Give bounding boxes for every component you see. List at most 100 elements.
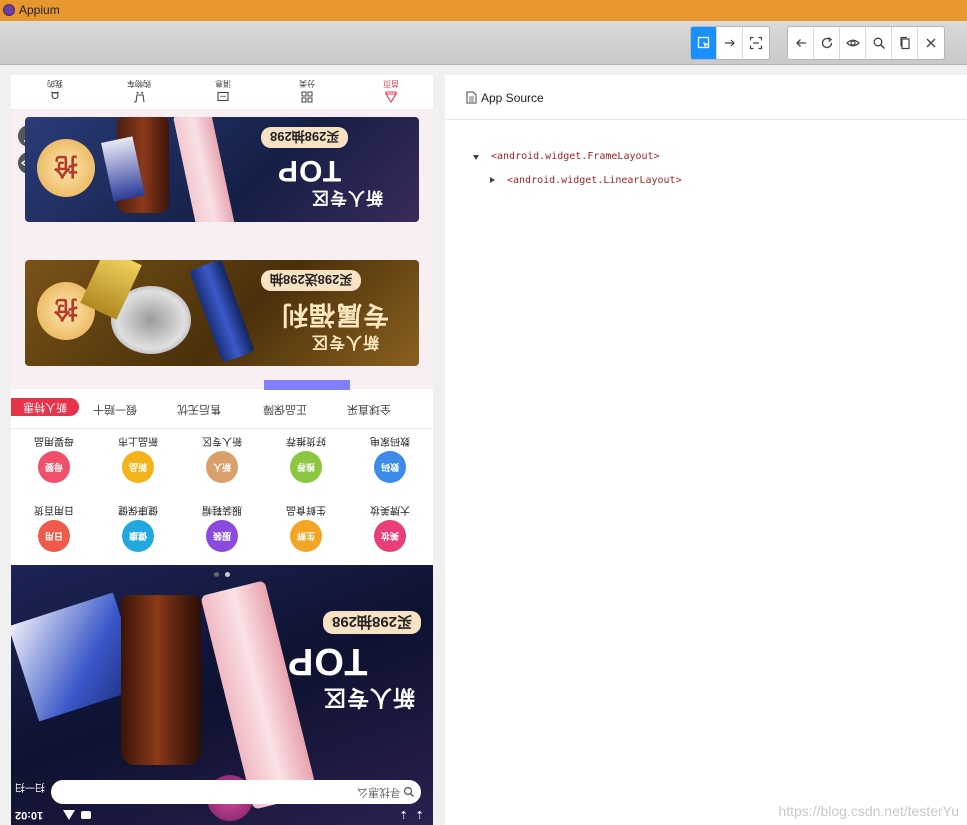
- copy-xml-button[interactable]: [892, 27, 918, 59]
- banner-brand: TOP: [277, 154, 342, 187]
- tree-node-label: <android.widget.FrameLayout>: [491, 151, 660, 162]
- category-label: 新人专区: [202, 435, 242, 446]
- category-item[interactable]: 新人专区 新人: [187, 435, 257, 495]
- carousel-dot-active: [225, 572, 230, 577]
- banner-brand: TOP: [287, 640, 368, 682]
- category-item[interactable]: 日用百货 日用: [19, 504, 89, 564]
- bottom-nav: 我的 购物车 消息 分类 首页: [11, 75, 433, 110]
- quit-session-button[interactable]: [918, 27, 944, 59]
- watermark: https://blog.csdn.net/testerYu: [778, 803, 959, 819]
- promo-banner-2[interactable]: 抢 买298送298抽 专属福利 新人专区: [25, 260, 419, 366]
- banner-headline: 新人专区: [311, 333, 380, 350]
- copy-xml-icon: [899, 36, 910, 50]
- search-icon: [403, 786, 414, 797]
- promo-tag: 买298抽298: [261, 127, 349, 148]
- service-item: 售后无忧: [177, 403, 221, 415]
- show-attributes-button[interactable]: [840, 27, 866, 59]
- tap-by-coordinates-icon: [749, 36, 763, 50]
- category-icon: 美妆: [374, 520, 406, 552]
- category-item[interactable]: 新品上市 新品: [103, 435, 173, 495]
- tree-node-label: <android.widget.LinearLayout>: [507, 175, 682, 186]
- search-input[interactable]: 寻找惠么: [51, 780, 421, 804]
- nav-tab-label: 购物车: [127, 79, 151, 88]
- category-icon: 生鲜: [290, 520, 322, 552]
- grid-icon: [301, 91, 313, 103]
- category-item[interactable]: 数码家电 数码: [355, 435, 425, 495]
- category-label: 大牌美妆: [370, 504, 410, 515]
- category-icon: 服装: [206, 520, 238, 552]
- eye-icon: [845, 39, 860, 47]
- category-item[interactable]: 大牌美妆 美妆: [355, 504, 425, 564]
- message-icon: [217, 91, 229, 102]
- category-label: 健康保健: [118, 504, 158, 515]
- banner-subline: 专属福利: [281, 300, 390, 330]
- panel-title: App Source: [481, 91, 544, 105]
- category-item[interactable]: 服装鞋帽 服装: [187, 504, 257, 564]
- category-label: 好货推荐: [286, 435, 326, 446]
- nav-tab-label: 消息: [215, 79, 231, 88]
- swipe-button[interactable]: [717, 27, 743, 59]
- select-element-button[interactable]: [691, 27, 717, 59]
- category-item[interactable]: 母婴用品 母婴: [19, 435, 89, 495]
- promo-banner-1[interactable]: 抢 买298抽298 TOP 新人专区: [25, 117, 419, 222]
- refresh-icon: [821, 36, 832, 49]
- appium-logo-icon: [3, 4, 15, 16]
- back-button[interactable]: [788, 27, 814, 59]
- upload-icon: ⇡: [399, 810, 409, 822]
- refresh-button[interactable]: [814, 27, 840, 59]
- close-icon: [926, 38, 936, 48]
- nav-tab-categories[interactable]: 分类: [265, 75, 349, 109]
- category-label: 服装鞋帽: [202, 504, 242, 515]
- app-source-header: App Source: [445, 75, 967, 120]
- back-icon: [795, 39, 806, 47]
- category-icon: 新人: [206, 451, 238, 483]
- search-button[interactable]: [866, 27, 892, 59]
- coupon-badge: 抢: [37, 139, 95, 197]
- category-label: 生鲜食品: [286, 504, 326, 515]
- nav-tab-mine[interactable]: 我的: [13, 75, 97, 109]
- category-label: 母婴用品: [34, 435, 74, 446]
- new-user-badge[interactable]: 新人特惠: [11, 398, 79, 416]
- interaction-mode-group: [690, 26, 770, 60]
- signal-icon: [63, 810, 75, 820]
- nav-tab-label: 首页: [383, 79, 399, 88]
- banner-headline: 新人专区: [323, 685, 416, 710]
- product-tube: [189, 260, 255, 363]
- file-icon: [466, 91, 477, 104]
- nav-tab-cart[interactable]: 购物车: [97, 75, 181, 109]
- carousel-dot: [214, 572, 219, 577]
- category-icon: 健康: [122, 520, 154, 552]
- scan-button[interactable]: 扫一扫: [15, 781, 47, 803]
- tap-coordinates-button[interactable]: [743, 27, 769, 59]
- scan-label: 扫一扫: [15, 781, 45, 792]
- category-item[interactable]: 生鲜食品 生鲜: [271, 504, 341, 564]
- nav-tab-home[interactable]: 首页: [349, 75, 433, 109]
- nav-tab-label: 我的: [47, 79, 63, 88]
- home-icon: [385, 91, 397, 103]
- category-icon: 新品: [122, 451, 154, 483]
- cart-icon: [134, 91, 145, 103]
- upload-icon: ⇡: [415, 810, 425, 822]
- inspector-toolbar: [0, 21, 967, 65]
- caret-right-icon: [490, 177, 495, 183]
- product-bottle: [121, 595, 201, 765]
- swipe-icon: [724, 39, 735, 47]
- service-item: 全球直采: [347, 403, 391, 415]
- category-label: 日用百货: [34, 504, 74, 515]
- category-label: 数码家电: [370, 435, 410, 446]
- actions-group: [787, 26, 945, 60]
- search-placeholder: 寻找惠么: [357, 786, 401, 798]
- category-label: 新品上市: [118, 435, 158, 446]
- device-screenshot[interactable]: 我的 购物车 消息 分类 首页 抢 买298抽298 TOP 新人专区 抢 买2…: [11, 75, 433, 825]
- status-bar: 10:02 ⇡ ⇡: [11, 807, 433, 825]
- category-item[interactable]: 健康保健 健康: [103, 504, 173, 564]
- nav-tab-messages[interactable]: 消息: [181, 75, 265, 109]
- window-title: Appium: [19, 3, 60, 17]
- profile-icon: [50, 91, 60, 100]
- banner-headline: 新人专区: [311, 188, 383, 207]
- category-icon: 推荐: [290, 451, 322, 483]
- category-icon: 母婴: [38, 451, 70, 483]
- app-source-panel: App Source <android.widget.FrameLayout> …: [445, 75, 967, 825]
- battery-icon: [81, 811, 91, 819]
- category-item[interactable]: 好货推荐 推荐: [271, 435, 341, 495]
